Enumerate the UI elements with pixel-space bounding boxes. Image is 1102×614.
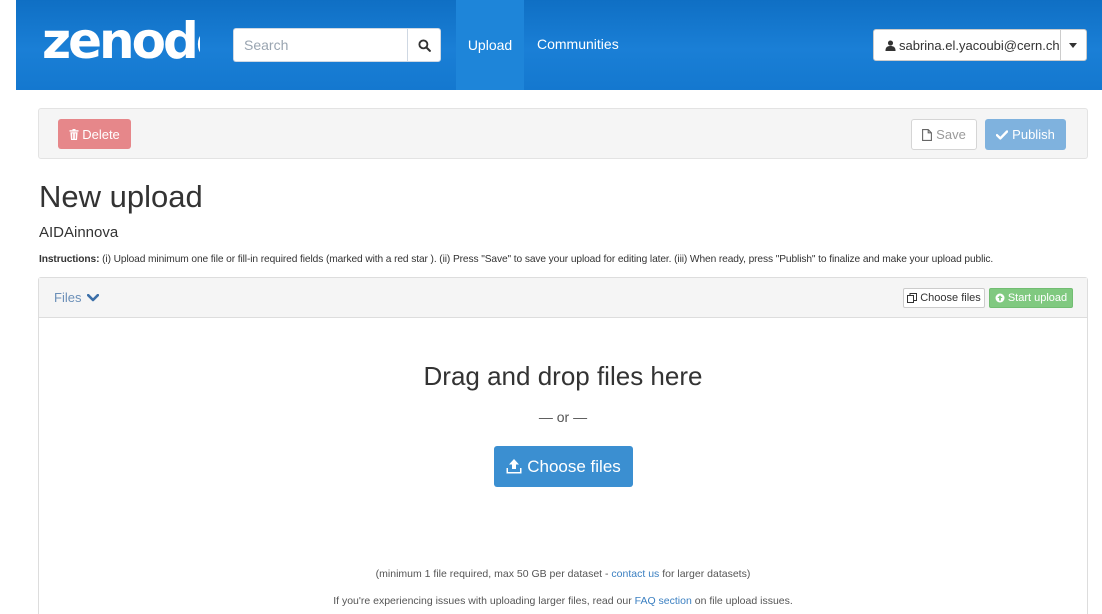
save-button[interactable]: Save xyxy=(911,119,977,150)
copy-icon xyxy=(907,293,918,303)
file-limit-note: (minimum 1 file required, max 50 GB per … xyxy=(39,568,1087,580)
delete-button[interactable]: Delete xyxy=(58,119,131,149)
choose-files-label: Choose files xyxy=(527,456,621,476)
drop-zone-title: Drag and drop files here xyxy=(423,361,703,391)
user-dropdown-toggle[interactable] xyxy=(1061,30,1086,60)
files-heading: Files xyxy=(54,290,82,305)
note1-text-after: for larger datasets) xyxy=(659,568,751,580)
nav-communities[interactable]: Communities xyxy=(537,36,619,52)
search-button[interactable] xyxy=(407,28,441,62)
caret-down-icon xyxy=(1069,42,1078,48)
faq-note: If you're experiencing issues with uploa… xyxy=(39,595,1087,607)
file-icon xyxy=(922,128,933,141)
user-menu: sabrina.el.yacoubi@cern.ch xyxy=(873,29,1087,61)
upload-icon xyxy=(506,459,522,474)
publish-label: Publish xyxy=(1012,127,1055,142)
save-label: Save xyxy=(936,127,966,142)
logo-text: zenodo xyxy=(42,14,200,66)
instructions: Instructions: (i) Upload minimum one fil… xyxy=(39,254,993,265)
choose-files-small-button[interactable]: Choose files xyxy=(903,288,985,308)
navbar: zenodo Upload Communities sabrina.el.yac… xyxy=(16,0,1102,90)
chevron-down-icon xyxy=(87,293,100,301)
deposit-toolbar: Delete Save Publish xyxy=(38,108,1088,159)
note1-text-before: (minimum 1 file required, max 50 GB per … xyxy=(375,568,612,580)
nav-upload[interactable]: Upload xyxy=(456,0,524,90)
drop-zone-or: — or — xyxy=(538,409,588,425)
contact-us-link[interactable]: contact us xyxy=(611,568,659,580)
user-account-button[interactable]: sabrina.el.yacoubi@cern.ch xyxy=(874,30,1061,60)
instructions-text: (i) Upload minimum one file or fill-in r… xyxy=(99,254,994,265)
choose-files-button[interactable]: Choose files xyxy=(494,446,633,487)
start-upload-label: Start upload xyxy=(1007,292,1068,304)
files-panel-heading: Files Choose files Start upload xyxy=(39,278,1087,318)
start-upload-button[interactable]: Start upload xyxy=(989,288,1073,308)
trash-icon xyxy=(69,128,79,140)
note2-text-after: on file upload issues. xyxy=(691,595,793,607)
user-email: sabrina.el.yacoubi@cern.ch xyxy=(899,37,1060,53)
files-panel: Files Choose files Start upload Drag and… xyxy=(38,277,1088,614)
instructions-label: Instructions: xyxy=(39,254,100,265)
choose-files-small-label: Choose files xyxy=(920,292,981,304)
faq-section-link[interactable]: FAQ section xyxy=(635,595,692,607)
delete-label: Delete xyxy=(82,126,120,142)
note2-text-before: If you're experiencing issues with uploa… xyxy=(333,595,635,607)
search-form xyxy=(233,28,456,62)
page-title: New upload xyxy=(39,179,203,214)
upload-circle-icon xyxy=(995,293,1005,303)
search-input[interactable] xyxy=(233,28,407,62)
check-icon xyxy=(996,129,1009,140)
zenodo-logo[interactable]: zenodo xyxy=(40,12,232,70)
files-collapse-toggle[interactable]: Files xyxy=(54,290,100,305)
search-icon xyxy=(417,38,431,52)
user-icon xyxy=(885,39,896,51)
community-name: AIDAinnova xyxy=(39,224,119,241)
publish-button[interactable]: Publish xyxy=(985,119,1066,150)
